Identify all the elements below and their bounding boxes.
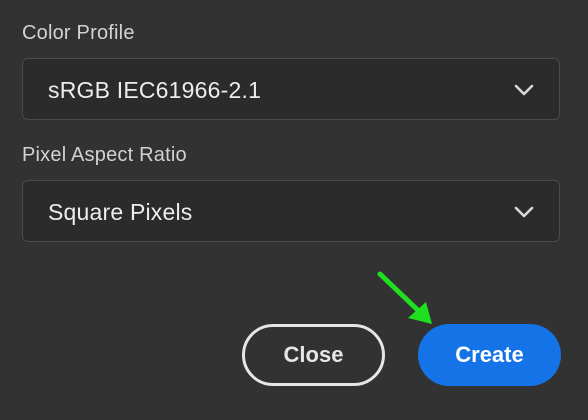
pixel-aspect-ratio-label: Pixel Aspect Ratio [22, 144, 187, 166]
pixel-aspect-ratio-select[interactable]: Square Pixels [22, 180, 560, 242]
color-profile-select[interactable]: sRGB IEC61966-2.1 [22, 58, 560, 120]
color-profile-label: Color Profile [22, 22, 135, 44]
arrow-annotation-icon [377, 271, 432, 324]
create-button[interactable]: Create [418, 324, 561, 386]
close-button[interactable]: Close [242, 324, 385, 386]
chevron-down-icon [514, 206, 534, 218]
chevron-down-icon [514, 84, 534, 96]
pixel-aspect-ratio-value: Square Pixels [48, 199, 193, 225]
color-profile-value: sRGB IEC61966-2.1 [48, 77, 262, 103]
